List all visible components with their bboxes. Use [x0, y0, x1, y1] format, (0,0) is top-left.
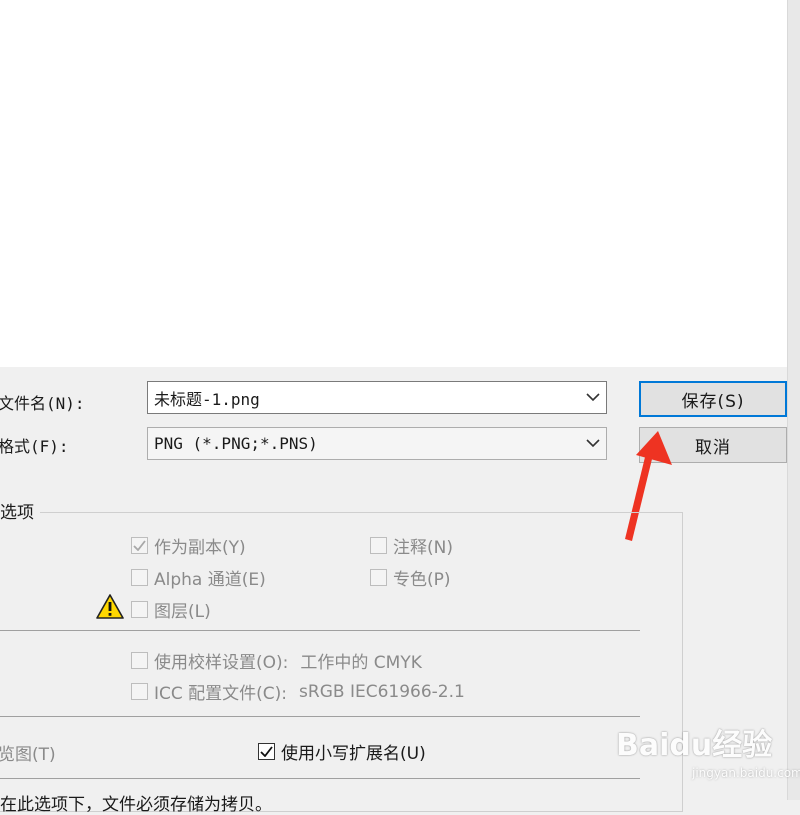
as-copy-label: 作为副本(Y): [154, 538, 246, 558]
icc-value: sRGB IEC61966-2.1: [299, 681, 465, 702]
thumbnail-label[interactable]: 览图(T): [0, 740, 56, 765]
as-copy-checkbox[interactable]: [131, 537, 148, 554]
format-value: PNG (*.PNG;*.PNS): [154, 434, 318, 453]
spot-option[interactable]: 专色(P): [370, 565, 451, 590]
alpha-label: Alpha 通道(E): [154, 570, 266, 590]
notes-option[interactable]: 注释(N): [370, 533, 453, 558]
proof-value: 工作中的 CMYK: [300, 653, 422, 673]
save-button[interactable]: 保存(S): [639, 381, 787, 417]
options-separator: [0, 630, 640, 631]
filename-input[interactable]: 未标题-1.png: [147, 381, 607, 414]
proof-checkbox[interactable]: [131, 652, 148, 669]
as-copy-option[interactable]: 作为副本(Y): [131, 533, 246, 558]
spot-checkbox[interactable]: [370, 569, 387, 586]
lowercase-ext-label: 使用小写扩展名(U): [281, 744, 426, 764]
bottom-separator: [0, 778, 640, 779]
file-list-area[interactable]: [0, 0, 787, 367]
icc-checkbox[interactable]: [131, 683, 148, 700]
filename-value: 未标题-1.png: [154, 389, 260, 409]
save-options-title: 选项: [0, 498, 40, 523]
lowercase-ext-checkbox[interactable]: [258, 743, 275, 760]
spot-label: 专色(P): [393, 570, 451, 590]
chevron-down-icon[interactable]: [580, 428, 606, 459]
chevron-down-icon[interactable]: [580, 382, 606, 413]
layers-option[interactable]: 图层(L): [131, 597, 211, 622]
alpha-checkbox[interactable]: [131, 569, 148, 586]
lowercase-ext-option[interactable]: 使用小写扩展名(U): [258, 739, 426, 764]
notes-label: 注释(N): [393, 538, 453, 558]
watermark-sub: jingyan.baidu.com: [692, 766, 800, 780]
color-separator: [0, 716, 640, 717]
notes-checkbox[interactable]: [370, 537, 387, 554]
warning-icon: [96, 594, 124, 619]
layers-label: 图层(L): [154, 602, 211, 622]
layers-checkbox[interactable]: [131, 601, 148, 618]
icc-label: ICC 配置文件(C):: [154, 684, 288, 704]
warning-text: 在此选项下，文件必须存储为拷贝。: [0, 795, 272, 815]
format-label: 格式(F):: [0, 437, 69, 456]
filename-label: 文件名(N):: [0, 394, 85, 413]
proof-label: 使用校样设置(O):: [154, 653, 289, 673]
format-select[interactable]: PNG (*.PNG;*.PNS): [147, 427, 607, 460]
vertical-scrollbar[interactable]: [787, 0, 800, 800]
proof-option[interactable]: 使用校样设置(O): 工作中的 CMYK: [131, 648, 422, 673]
alpha-option[interactable]: Alpha 通道(E): [131, 565, 266, 590]
icc-option[interactable]: ICC 配置文件(C): sRGB IEC61966-2.1: [131, 679, 465, 704]
